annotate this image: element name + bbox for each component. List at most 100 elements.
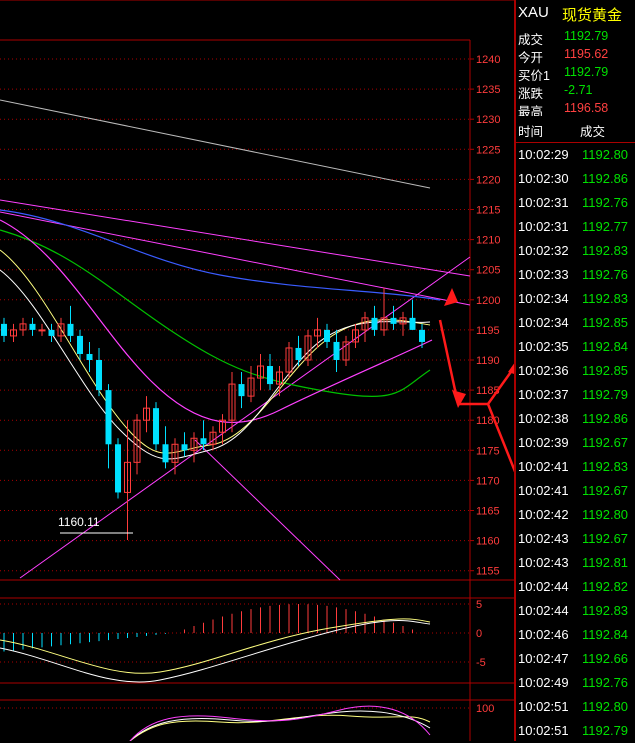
tick-time: 10:02:41	[518, 483, 569, 498]
tick-time: 10:02:39	[518, 435, 569, 450]
quote-row: 今开 1195.62	[516, 44, 635, 65]
tick-row: 10:02:34 1192.85	[516, 311, 635, 335]
tick-price: 1192.83	[582, 459, 629, 474]
tick-price: 1192.66	[582, 651, 629, 666]
tick-price: 1192.86	[582, 411, 629, 426]
tick-price: 1192.81	[582, 555, 629, 570]
symbol-code: XAU	[518, 4, 549, 21]
tick-row: 10:02:38 1192.86	[516, 407, 635, 431]
tick-price: 1192.76	[582, 195, 629, 210]
tick-row: 10:02:46 1192.84	[516, 623, 635, 647]
tick-time: 10:02:32	[518, 243, 569, 258]
quote-box: 成交 1192.79 今开 1195.62 买价1 1192.79 涨跌 -2.71 最高 119…	[516, 26, 635, 119]
candle-body-down	[390, 317, 397, 324]
price-tick-label: 1235	[476, 84, 500, 96]
tick-price: 1192.79	[582, 387, 629, 402]
tick-time: 10:02:51	[518, 699, 569, 714]
candle-body-down	[295, 347, 302, 360]
candle-body-down	[162, 444, 169, 463]
symbol-name: 现货黄金	[562, 7, 623, 24]
tick-time: 10:02:42	[518, 507, 569, 522]
candle-body-down	[333, 341, 340, 360]
tick-price: 1192.86	[582, 171, 629, 186]
candle-body-down	[67, 323, 74, 336]
macd-tick-label: -5	[476, 657, 486, 669]
price-tick-label: 1190	[476, 355, 500, 367]
tick-price: 1192.67	[582, 531, 629, 546]
price-tick-label: 1225	[476, 144, 500, 156]
price-tick-label: 1220	[476, 174, 500, 186]
tick-row: 10:02:37 1192.79	[516, 383, 635, 407]
candle-body-down	[115, 444, 121, 493]
tick-time: 10:02:41	[518, 459, 569, 474]
candle-body-down	[48, 329, 55, 336]
tick-row: 10:02:43 1192.67	[516, 527, 635, 551]
tick-price: 1192.84	[582, 627, 629, 642]
quote-row: 涨跌 -2.71	[516, 80, 635, 101]
tick-time: 10:02:44	[518, 603, 569, 618]
tick-time: 10:02:34	[518, 291, 569, 306]
price-tick-label: 1230	[476, 114, 500, 126]
tick-list[interactable]: 10:02:29 1192.80 10:02:30 1192.86 10:02:31 11…	[516, 143, 635, 741]
tick-price: 1192.85	[582, 363, 629, 378]
price-tick-label: 1200	[476, 295, 500, 307]
candle-body-down	[96, 360, 102, 391]
price-tick-label: 1175	[476, 445, 500, 457]
price-tick-label: 1155	[476, 566, 500, 578]
quote-value: 1192.79	[564, 29, 609, 43]
tick-time: 10:02:46	[518, 627, 569, 642]
quote-header: XAU 现货黄金	[516, 0, 635, 27]
price-tick-label: 1215	[476, 205, 500, 217]
candle-body-up	[38, 329, 46, 332]
tick-row: 10:02:51 1192.80	[516, 695, 635, 719]
tick-row: 10:02:47 1192.66	[516, 647, 635, 671]
candle-body-down	[200, 438, 207, 445]
tick-price: 1192.83	[582, 291, 629, 306]
tick-price: 1192.77	[582, 219, 629, 234]
tick-row: 10:02:41 1192.83	[516, 455, 635, 479]
tick-row: 10:02:31 1192.76	[516, 191, 635, 215]
candle-body-down	[181, 444, 188, 451]
price-tick-label: 1210	[476, 235, 500, 247]
candle-body-down	[86, 353, 93, 360]
time-column-header: 时间	[518, 125, 544, 139]
kdj-tick-label: 100	[476, 703, 494, 715]
tick-time: 10:02:33	[518, 267, 569, 282]
tick-price: 1192.79	[582, 723, 629, 738]
tick-row: 10:02:44 1192.83	[516, 599, 635, 623]
price-tick-label: 1205	[476, 265, 500, 277]
candle-body-down	[1, 323, 7, 336]
tick-row: 10:02:43 1192.81	[516, 551, 635, 575]
tick-row: 10:02:36 1192.85	[516, 359, 635, 383]
tick-price: 1192.80	[582, 507, 629, 522]
tick-time: 10:02:30	[518, 171, 569, 186]
tick-time: 10:02:29	[518, 147, 569, 162]
candle-body-down	[419, 329, 425, 342]
quote-row: 最高 1196.58	[516, 98, 635, 119]
candle-body-down	[324, 329, 330, 342]
candle-body-down	[77, 335, 83, 354]
tick-row: 10:02:29 1192.80	[516, 143, 635, 167]
kline-chart[interactable]: 1240 1235 1230 1225 1220 1215 1210 1205 1200 1195…	[0, 0, 516, 741]
tick-price: 1192.67	[582, 435, 629, 450]
tick-price: 1192.80	[582, 147, 629, 162]
tick-row: 10:02:34 1192.83	[516, 287, 635, 311]
tick-price: 1192.83	[582, 243, 629, 258]
tick-time: 10:02:34	[518, 315, 569, 330]
price-tick-label: 1240	[476, 54, 500, 66]
tick-price: 1192.85	[582, 315, 629, 330]
low-price-label: 1160.11	[58, 515, 100, 529]
tick-row: 10:02:31 1192.77	[516, 215, 635, 239]
quote-value: -2.71	[564, 83, 593, 97]
quote-row: 买价1 1192.79	[516, 62, 635, 83]
tick-price: 1192.67	[582, 483, 629, 498]
candle-body-down	[267, 366, 273, 385]
candle-body-down	[105, 390, 112, 445]
tick-price: 1192.84	[582, 339, 629, 354]
price-column-header: 成交	[580, 125, 606, 139]
tick-time: 10:02:49	[518, 675, 569, 690]
tick-time: 10:02:43	[518, 531, 569, 546]
panel-divider	[514, 0, 516, 741]
tick-row: 10:02:33 1192.76	[516, 263, 635, 287]
tick-price: 1192.76	[582, 675, 629, 690]
